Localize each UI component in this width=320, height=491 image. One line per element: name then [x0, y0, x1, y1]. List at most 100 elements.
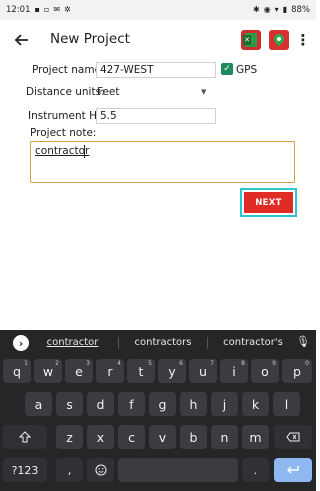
instrument-ht-label: Instrument Ht:: [28, 110, 105, 122]
key-g[interactable]: g: [149, 392, 176, 416]
comma-key[interactable]: ,: [56, 458, 83, 482]
shift-icon: [19, 431, 31, 443]
settings-icon: ✲: [64, 5, 71, 14]
next-button-focus-ring: NEXT: [240, 188, 297, 217]
key-char: i: [232, 363, 236, 379]
suggestion-2[interactable]: contractors: [128, 337, 198, 348]
gps-checkbox[interactable]: ✓: [221, 63, 233, 75]
battery-level: 88%: [291, 5, 310, 15]
distance-units-label: Distance units:: [26, 86, 105, 98]
excel-export-icon[interactable]: ✕: [241, 30, 261, 50]
key-j[interactable]: j: [211, 392, 238, 416]
battery-icon: ▮: [282, 5, 288, 14]
soft-keyboard: › contractor contractors contractor's 🎙 …: [0, 330, 316, 491]
project-note-label: Project note:: [30, 127, 97, 139]
enter-key[interactable]: [274, 458, 312, 482]
page-title: New Project: [50, 31, 130, 47]
pin-shape: [271, 31, 287, 47]
space-bar[interactable]: [118, 458, 238, 482]
period-key[interactable]: .: [242, 458, 269, 482]
chevron-down-icon[interactable]: ▼: [201, 88, 206, 96]
backspace-icon: [286, 432, 300, 442]
backspace-key[interactable]: [274, 425, 312, 449]
symbols-key[interactable]: ?123: [3, 458, 47, 482]
key-m[interactable]: m: [242, 425, 269, 449]
wifi-icon: ▾: [274, 5, 279, 14]
overflow-menu-icon[interactable]: ⋮: [296, 30, 311, 50]
map-pin-icon[interactable]: [269, 30, 289, 50]
key-f[interactable]: f: [118, 392, 145, 416]
key-char: u: [199, 363, 207, 379]
text-caret: [84, 145, 85, 158]
key-r[interactable]: r4: [96, 359, 124, 383]
key-i[interactable]: i8: [220, 359, 248, 383]
status-bar: 12:01 ▪ ▫ ✉ ✲ ✱ ◉ ▾ ▮ 88%: [0, 0, 316, 20]
distance-units-select[interactable]: Feet: [97, 86, 120, 98]
key-w[interactable]: w2: [34, 359, 62, 383]
mail-icon: ✉: [53, 5, 61, 14]
suggestion-divider: [118, 337, 119, 349]
key-char: e: [75, 363, 83, 379]
project-name-label: Project name:: [32, 64, 105, 76]
key-char: q: [13, 363, 21, 379]
emoji-key[interactable]: [87, 458, 114, 482]
project-name-input[interactable]: 427-WEST: [96, 62, 216, 78]
key-hint: 1: [24, 360, 28, 367]
status-right: ✱ ◉ ▾ ▮ 88%: [253, 5, 310, 15]
key-o[interactable]: o9: [251, 359, 279, 383]
key-y[interactable]: y6: [158, 359, 186, 383]
key-hint: 3: [86, 360, 90, 367]
shift-key[interactable]: [3, 425, 47, 449]
gps-label: GPS: [236, 64, 258, 76]
suggestion-1[interactable]: contractor: [40, 337, 105, 348]
expand-toolbar-icon[interactable]: ›: [13, 335, 29, 351]
key-hint: 5: [148, 360, 152, 367]
key-d[interactable]: d: [87, 392, 114, 416]
key-p[interactable]: p0: [282, 359, 312, 383]
key-hint: 7: [210, 360, 214, 367]
key-t[interactable]: t5: [127, 359, 155, 383]
key-hint: 0: [305, 360, 309, 367]
project-note-textarea[interactable]: contractor: [30, 141, 295, 183]
key-h[interactable]: h: [180, 392, 207, 416]
key-b[interactable]: b: [180, 425, 207, 449]
bluetooth-icon: ✱: [252, 5, 260, 14]
back-arrow-icon[interactable]: [10, 28, 34, 52]
key-k[interactable]: k: [242, 392, 269, 416]
key-s[interactable]: s: [56, 392, 83, 416]
key-x[interactable]: x: [87, 425, 114, 449]
key-hint: 9: [272, 360, 276, 367]
back-arrow-svg: [14, 34, 28, 46]
key-z[interactable]: z: [56, 425, 83, 449]
app-bar: New Project ✕ ⋮: [0, 20, 316, 60]
key-n[interactable]: n: [211, 425, 238, 449]
key-hint: 4: [117, 360, 121, 367]
key-q[interactable]: q1: [3, 359, 31, 383]
status-left: 12:01 ▪ ▫ ✉ ✲: [6, 5, 71, 15]
enter-icon: [287, 466, 299, 474]
project-note-text: contractor: [35, 145, 90, 157]
excel-x-mark: ✕: [243, 35, 251, 45]
suggestion-divider: [207, 337, 208, 349]
key-hint: 2: [55, 360, 59, 367]
location-icon: ◉: [263, 5, 271, 14]
microphone-icon[interactable]: 🎙: [296, 335, 310, 348]
suggestion-bar: › contractor contractors contractor's 🎙: [0, 330, 316, 356]
key-c[interactable]: c: [118, 425, 145, 449]
key-u[interactable]: u7: [189, 359, 217, 383]
key-l[interactable]: l: [273, 392, 300, 416]
instrument-ht-input[interactable]: 5.5: [96, 108, 216, 124]
gallery-icon: ▫: [43, 5, 50, 14]
suggestion-3[interactable]: contractor's: [218, 337, 288, 348]
key-a[interactable]: a: [25, 392, 52, 416]
key-e[interactable]: e3: [65, 359, 93, 383]
status-time: 12:01: [6, 5, 31, 15]
key-v[interactable]: v: [149, 425, 176, 449]
key-char: y: [168, 363, 176, 379]
key-char: o: [261, 363, 269, 379]
key-hint: 8: [241, 360, 245, 367]
notification-icon: ▪: [34, 5, 40, 14]
emoji-icon: [95, 464, 106, 476]
key-char: r: [107, 363, 113, 379]
next-button[interactable]: NEXT: [244, 192, 293, 213]
